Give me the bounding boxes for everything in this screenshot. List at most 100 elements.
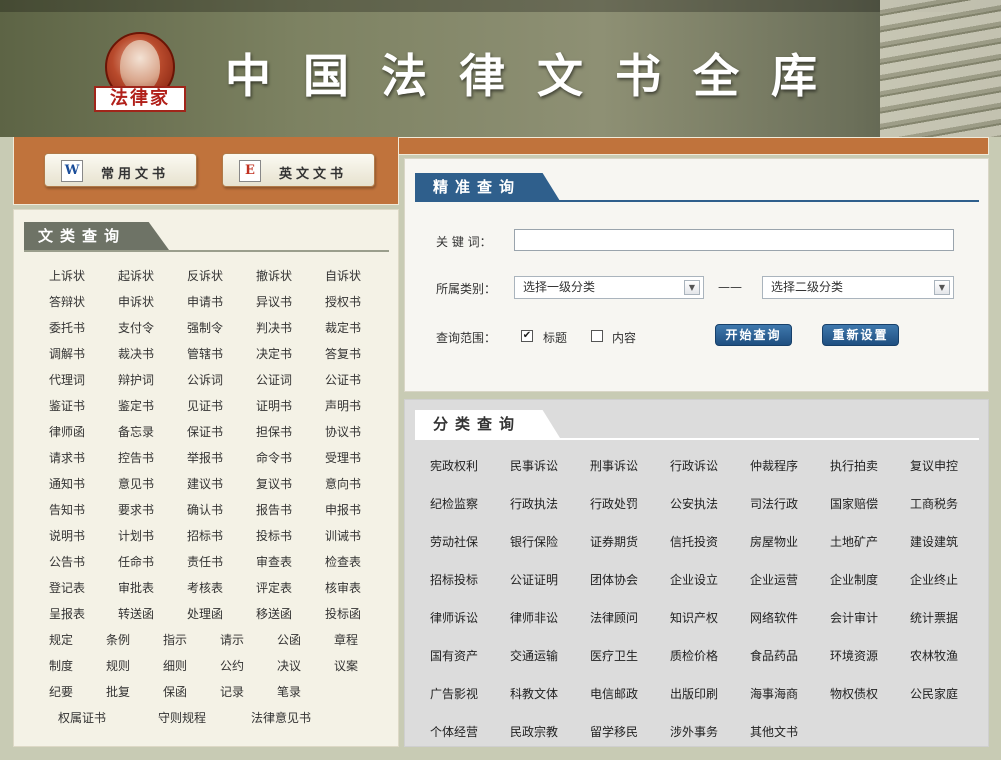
document-type-item[interactable]: 审查表 (256, 553, 292, 570)
document-type-item[interactable]: 声明书 (325, 397, 361, 414)
document-type-item[interactable]: 鉴定书 (118, 397, 154, 414)
category-item[interactable]: 执行拍卖 (830, 457, 878, 474)
category-item[interactable]: 统计票据 (910, 609, 958, 626)
category-item[interactable]: 涉外事务 (670, 723, 718, 740)
category-item[interactable]: 医疗卫生 (590, 647, 638, 664)
category-item[interactable]: 团体协会 (590, 571, 638, 588)
document-type-item[interactable]: 异议书 (256, 293, 292, 310)
document-type-item[interactable]: 说明书 (49, 527, 85, 544)
document-type-item[interactable]: 控告书 (118, 449, 154, 466)
document-type-item[interactable]: 规则 (106, 657, 130, 674)
document-type-item[interactable]: 裁决书 (118, 345, 154, 362)
primary-category-select[interactable]: 选择一级分类 ▼ (514, 276, 704, 299)
category-item[interactable]: 土地矿产 (830, 533, 878, 550)
document-type-item[interactable]: 评定表 (256, 579, 292, 596)
document-type-item[interactable]: 公函 (277, 631, 301, 648)
category-item[interactable]: 科教文体 (510, 685, 558, 702)
category-item[interactable]: 食品药品 (750, 647, 798, 664)
document-type-item[interactable]: 决议 (277, 657, 301, 674)
document-type-item[interactable]: 强制令 (187, 319, 223, 336)
document-type-item[interactable]: 鉴证书 (49, 397, 85, 414)
category-item[interactable]: 农林牧渔 (910, 647, 958, 664)
document-type-item[interactable]: 意向书 (325, 475, 361, 492)
document-type-item[interactable]: 辩护词 (118, 371, 154, 388)
document-type-item[interactable]: 任命书 (118, 553, 154, 570)
document-type-item[interactable]: 见证书 (187, 397, 223, 414)
category-item[interactable]: 网络软件 (750, 609, 798, 626)
document-type-item[interactable]: 批复 (106, 683, 130, 700)
document-type-item[interactable]: 请求书 (49, 449, 85, 466)
category-item[interactable]: 复议申控 (910, 457, 958, 474)
category-item[interactable]: 企业运营 (750, 571, 798, 588)
document-type-item[interactable]: 答辩状 (49, 293, 85, 310)
document-type-item[interactable]: 议案 (334, 657, 358, 674)
document-type-item[interactable]: 守则规程 (158, 709, 206, 726)
document-type-item[interactable]: 计划书 (118, 527, 154, 544)
start-search-button[interactable]: 开始查询 (715, 324, 792, 346)
document-type-item[interactable]: 意见书 (118, 475, 154, 492)
document-type-item[interactable]: 授权书 (325, 293, 361, 310)
category-item[interactable]: 会计审计 (830, 609, 878, 626)
document-type-item[interactable]: 笔录 (277, 683, 301, 700)
category-item[interactable]: 企业终止 (910, 571, 958, 588)
category-item[interactable]: 广告影视 (430, 685, 478, 702)
logo-text[interactable]: 法律家 (94, 86, 186, 112)
document-type-item[interactable]: 调解书 (49, 345, 85, 362)
document-type-item[interactable]: 制度 (49, 657, 73, 674)
document-type-item[interactable]: 投标函 (325, 605, 361, 622)
document-type-item[interactable]: 律师函 (49, 423, 85, 440)
category-item[interactable]: 交通运输 (510, 647, 558, 664)
document-type-item[interactable]: 指示 (163, 631, 187, 648)
category-item[interactable]: 司法行政 (750, 495, 798, 512)
category-item[interactable]: 律师非讼 (510, 609, 558, 626)
document-type-item[interactable]: 移送函 (256, 605, 292, 622)
category-item[interactable]: 国有资产 (430, 647, 478, 664)
document-type-item[interactable]: 确认书 (187, 501, 223, 518)
document-type-item[interactable]: 细则 (163, 657, 187, 674)
document-type-item[interactable]: 决定书 (256, 345, 292, 362)
document-type-item[interactable]: 受理书 (325, 449, 361, 466)
document-type-item[interactable]: 裁定书 (325, 319, 361, 336)
category-item[interactable]: 民事诉讼 (510, 457, 558, 474)
category-item[interactable]: 企业设立 (670, 571, 718, 588)
secondary-category-select[interactable]: 选择二级分类 ▼ (762, 276, 954, 299)
category-item[interactable]: 个体经营 (430, 723, 478, 740)
category-item[interactable]: 招标投标 (430, 571, 478, 588)
category-item[interactable]: 公民家庭 (910, 685, 958, 702)
category-item[interactable]: 公证证明 (510, 571, 558, 588)
document-type-item[interactable]: 举报书 (187, 449, 223, 466)
document-type-item[interactable]: 保证书 (187, 423, 223, 440)
category-item[interactable]: 质检价格 (670, 647, 718, 664)
document-type-item[interactable]: 纪要 (49, 683, 73, 700)
category-item[interactable]: 劳动社保 (430, 533, 478, 550)
category-item[interactable]: 民政宗教 (510, 723, 558, 740)
category-item[interactable]: 海事海商 (750, 685, 798, 702)
document-type-item[interactable]: 章程 (334, 631, 358, 648)
document-type-item[interactable]: 条例 (106, 631, 130, 648)
document-type-item[interactable]: 保函 (163, 683, 187, 700)
document-type-item[interactable]: 公约 (220, 657, 244, 674)
category-item[interactable]: 房屋物业 (750, 533, 798, 550)
document-type-item[interactable]: 管辖书 (187, 345, 223, 362)
category-item[interactable]: 行政诉讼 (670, 457, 718, 474)
category-item[interactable]: 公安执法 (670, 495, 718, 512)
document-type-item[interactable]: 复议书 (256, 475, 292, 492)
category-item[interactable]: 企业制度 (830, 571, 878, 588)
category-item[interactable]: 建设建筑 (910, 533, 958, 550)
document-type-item[interactable]: 申诉状 (118, 293, 154, 310)
document-type-item[interactable]: 自诉状 (325, 267, 361, 284)
scope-title-checkbox[interactable]: ✔ (521, 330, 533, 342)
document-type-item[interactable]: 法律意见书 (251, 709, 311, 726)
category-item[interactable]: 国家赔偿 (830, 495, 878, 512)
category-item[interactable]: 刑事诉讼 (590, 457, 638, 474)
category-item[interactable]: 宪政权利 (430, 457, 478, 474)
category-item[interactable]: 证券期货 (590, 533, 638, 550)
category-item[interactable]: 知识产权 (670, 609, 718, 626)
document-type-item[interactable]: 考核表 (187, 579, 223, 596)
document-type-item[interactable]: 责任书 (187, 553, 223, 570)
category-item[interactable]: 行政处罚 (590, 495, 638, 512)
document-type-item[interactable]: 申请书 (187, 293, 223, 310)
document-type-item[interactable]: 备忘录 (118, 423, 154, 440)
category-item[interactable]: 电信邮政 (590, 685, 638, 702)
document-type-item[interactable]: 报告书 (256, 501, 292, 518)
